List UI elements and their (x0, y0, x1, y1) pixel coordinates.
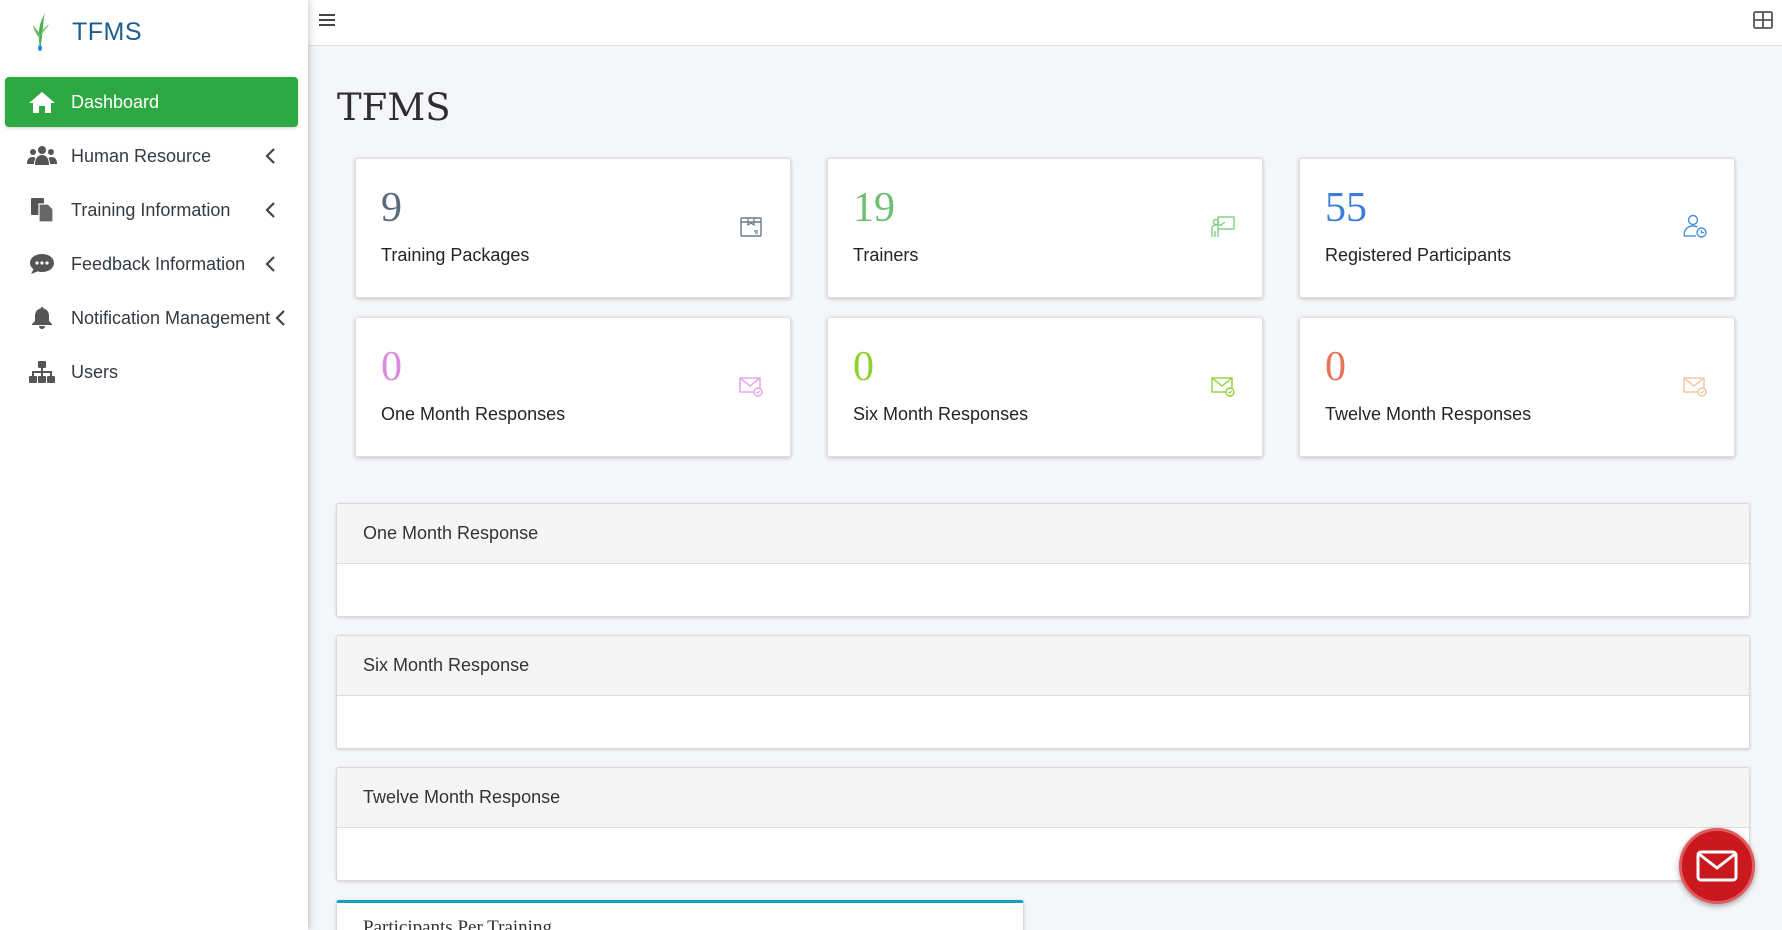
stat-value: 0 (381, 344, 402, 390)
mail-response-icon (739, 377, 763, 397)
stat-label: Trainers (853, 245, 919, 265)
stat-label: One Month Responses (381, 404, 566, 424)
chevron-left-icon (265, 256, 275, 272)
sidebar-item-training-information[interactable]: Training Information (5, 185, 298, 235)
topbar (308, 0, 1782, 46)
chevron-left-icon (265, 202, 275, 218)
comment-icon (27, 252, 57, 276)
panel-title: Twelve Month Response (337, 768, 1749, 828)
stat-card-six-month-responses[interactable]: 0 Six Month Responses (827, 317, 1263, 457)
sidebar-item-notification-management[interactable]: Notification Management (5, 293, 298, 343)
logo-icon (33, 13, 49, 51)
participant-icon (1683, 214, 1707, 238)
brand[interactable]: TFMS (0, 0, 308, 64)
contact-mail-button[interactable] (1679, 828, 1755, 904)
sidebar-item-label: Feedback Information (71, 253, 246, 274)
stat-card-twelve-month-responses[interactable]: 0 Twelve Month Responses (1299, 317, 1735, 457)
stat-value: 0 (1325, 344, 1346, 390)
stat-value: 55 (1325, 185, 1367, 231)
panel-participants-per-training: Participants Per Training (336, 900, 1024, 930)
stat-label: Registered Participants (1325, 245, 1512, 265)
panel-one-month-response: One Month Response (336, 503, 1750, 617)
sidebar-item-label: Dashboard (71, 91, 160, 112)
stat-value: 19 (853, 185, 895, 231)
mail-response-icon (1683, 377, 1707, 397)
sidebar-nav: Dashboard Human Resource Training Inform… (0, 77, 308, 397)
sidebar-item-label: Training Information (71, 199, 231, 220)
stat-label: Training Packages (381, 245, 530, 265)
panel-title: One Month Response (337, 504, 1749, 564)
chevron-left-icon (265, 148, 275, 164)
stat-card-training-packages[interactable]: 9 Training Packages (355, 158, 791, 298)
sidebar-item-dashboard[interactable]: Dashboard (5, 77, 298, 127)
copy-icon (27, 198, 57, 223)
stat-card-registered-participants[interactable]: 55 Registered Participants (1299, 158, 1735, 298)
sidebar-item-human-resource[interactable]: Human Resource (5, 131, 298, 181)
bell-icon (27, 306, 57, 330)
sidebar-item-label: Notification Management (71, 307, 271, 328)
stat-label: Six Month Responses (853, 404, 1029, 424)
package-icon (740, 217, 762, 237)
sidebar-item-label: Human Resource (71, 145, 212, 166)
page-title: TFMS (337, 86, 451, 129)
fullscreen-grid-icon[interactable] (1752, 9, 1774, 31)
panel-title: Participants Per Training (363, 917, 552, 930)
trainer-icon (1211, 216, 1235, 237)
home-icon (27, 90, 57, 114)
brand-name: TFMS (72, 17, 143, 46)
stat-card-one-month-responses[interactable]: 0 One Month Responses (355, 317, 791, 457)
envelope-icon (1696, 850, 1738, 882)
users-icon (27, 144, 57, 168)
stat-value: 0 (853, 344, 874, 390)
sidebar-item-feedback-information[interactable]: Feedback Information (5, 239, 298, 289)
panel-six-month-response: Six Month Response (336, 635, 1750, 749)
sidebar-item-label: Users (71, 361, 119, 382)
sidebar: TFMS Dashboard Human Resource Training I… (0, 0, 308, 930)
sitemap-icon (27, 360, 57, 384)
chevron-left-icon (275, 310, 285, 326)
main-content: TFMS 9 Training Packages 19 Trainers 55 … (308, 46, 1782, 930)
stat-value: 9 (381, 185, 402, 231)
panel-twelve-month-response: Twelve Month Response (336, 767, 1750, 881)
sidebar-item-users[interactable]: Users (5, 347, 298, 397)
hamburger-menu-icon[interactable] (317, 10, 337, 30)
panel-title: Six Month Response (337, 636, 1749, 696)
stat-card-trainers[interactable]: 19 Trainers (827, 158, 1263, 298)
stat-label: Twelve Month Responses (1325, 404, 1532, 424)
mail-response-icon (1211, 377, 1235, 397)
